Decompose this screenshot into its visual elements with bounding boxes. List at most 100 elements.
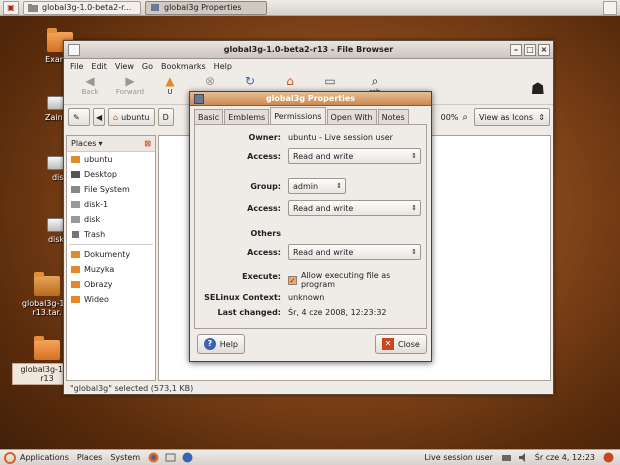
window-titlebar[interactable]: global3g-1.0-beta2-r13 - File Browser – … xyxy=(64,41,553,59)
sidebar-item-label: disk-1 xyxy=(84,200,109,209)
tab-label: Emblems xyxy=(228,112,266,122)
tab-permissions[interactable]: Permissions xyxy=(270,107,326,124)
maximize-button[interactable]: □ xyxy=(524,44,536,56)
reload-button[interactable]: ↻ xyxy=(230,73,270,88)
owner-access-select[interactable]: Read and write ⇕ xyxy=(288,148,421,164)
workspace-switcher[interactable] xyxy=(603,1,617,15)
folder-icon xyxy=(71,281,80,288)
path-left-button[interactable]: ◀ xyxy=(93,108,105,126)
toolbar-label: Back xyxy=(81,88,99,96)
others-access-value: Read and write xyxy=(293,247,354,257)
chevron-updown-icon: ⇕ xyxy=(411,204,417,212)
sidebar-item-dokumenty[interactable]: Dokumenty xyxy=(67,247,155,262)
sidebar-item-label: Wideo xyxy=(84,295,109,304)
taskbar-button-file-browser[interactable]: global3g-1.0-beta2-r... xyxy=(23,0,141,15)
sidebar-item-filesystem[interactable]: File System xyxy=(67,182,155,197)
folder-icon xyxy=(71,266,80,273)
power-icon[interactable] xyxy=(603,452,614,463)
zoom-icon[interactable]: ⌕ xyxy=(462,112,468,123)
others-access-label: Access: xyxy=(247,248,281,257)
tab-basic[interactable]: Basic xyxy=(194,109,224,124)
clock[interactable]: Śr cze 4, 12:23 xyxy=(535,453,595,462)
chevron-down-icon[interactable]: ▾ xyxy=(98,139,102,148)
taskbar-button-properties[interactable]: global3g Properties xyxy=(145,0,267,15)
group-access-value: Read and write xyxy=(293,203,354,213)
chevron-updown-icon: ⇕ xyxy=(411,248,417,256)
close-icon: ✕ xyxy=(382,338,394,350)
applications-menu[interactable]: Applications xyxy=(20,453,69,462)
menu-go[interactable]: Go xyxy=(142,62,153,71)
network-icon[interactable] xyxy=(501,452,512,463)
group-access-label: Access: xyxy=(247,204,281,213)
execute-checkbox-row[interactable]: ✓ Allow executing file as program xyxy=(288,271,426,289)
bottom-panel: Applications Places System Live session … xyxy=(0,449,620,465)
close-button-label: Close xyxy=(398,339,420,349)
others-access-select[interactable]: Read and write ⇕ xyxy=(288,244,421,260)
chevron-updown-icon: ⇕ xyxy=(411,152,417,160)
places-menu[interactable]: Places xyxy=(77,453,102,462)
sidebar-item-obrazy[interactable]: Obrazy xyxy=(67,277,155,292)
menu-help[interactable]: Help xyxy=(214,62,232,71)
sidebar-item-wideo[interactable]: Wideo xyxy=(67,292,155,307)
menu-view[interactable]: View xyxy=(115,62,134,71)
others-label: Others xyxy=(250,229,281,238)
toggle-location-button[interactable]: ✎ xyxy=(68,108,90,126)
window-title: global3g-1.0-beta2-r13 - File Browser xyxy=(223,45,394,54)
last-changed-value: Śr, 4 cze 2008, 12:23:32 xyxy=(288,308,387,317)
back-arrow-icon: ◀ xyxy=(85,74,95,88)
path-button-desktop[interactable]: D xyxy=(157,108,174,126)
menu-file[interactable]: File xyxy=(70,62,83,71)
stop-icon: ⊗ xyxy=(204,74,216,88)
group-select[interactable]: admin ⇕ xyxy=(288,178,346,194)
execute-checkbox[interactable]: ✓ xyxy=(288,275,297,285)
user-switcher[interactable]: Live session user xyxy=(424,453,492,462)
tab-emblems[interactable]: Emblems xyxy=(224,109,270,124)
forward-button[interactable]: ▶ Forward xyxy=(110,73,150,97)
sidebar-item-desktop[interactable]: Desktop xyxy=(67,167,155,182)
help-button[interactable]: ? Help xyxy=(197,334,245,354)
taskbar-button-label: global3g-1.0-beta2-r... xyxy=(42,3,132,12)
system-menu[interactable]: System xyxy=(110,453,140,462)
sidebar-header: Places ▾ ⊠ xyxy=(67,136,155,152)
path-button-home[interactable]: ⌂ ubuntu xyxy=(108,108,155,126)
close-button[interactable]: × xyxy=(538,44,550,56)
menu-bookmarks[interactable]: Bookmarks xyxy=(161,62,206,71)
forward-arrow-icon: ▶ xyxy=(125,74,135,88)
close-button[interactable]: ✕ Close xyxy=(375,334,427,354)
dialog-title: global3g Properties xyxy=(265,94,356,103)
tab-open-with[interactable]: Open With xyxy=(326,109,377,124)
tab-notes[interactable]: Notes xyxy=(377,109,409,124)
stop-button[interactable]: ⊗ xyxy=(190,73,230,88)
minimize-button[interactable]: – xyxy=(510,44,522,56)
tab-label: Open With xyxy=(330,112,373,122)
view-mode-label: View as Icons xyxy=(479,112,534,122)
sidebar-item-trash[interactable]: Trash xyxy=(67,227,155,242)
up-button[interactable]: ▲ U xyxy=(150,73,190,97)
volume-icon[interactable] xyxy=(518,452,529,463)
window-menu-icon[interactable] xyxy=(68,44,80,56)
trash-icon xyxy=(72,231,79,238)
computer-button[interactable]: ▭ xyxy=(310,73,350,88)
places-sidebar: Places ▾ ⊠ ubuntu Desktop File System di… xyxy=(66,135,156,381)
sidebar-item-disk[interactable]: disk xyxy=(67,212,155,227)
dialog-titlebar[interactable]: global3g Properties xyxy=(190,92,431,106)
sidebar-item-label: Trash xyxy=(84,230,106,239)
close-sidebar-icon[interactable]: ⊠ xyxy=(144,139,151,148)
throbber-foot-icon: ☗ xyxy=(530,79,545,98)
help-icon[interactable] xyxy=(182,452,193,463)
menu-edit[interactable]: Edit xyxy=(91,62,107,71)
mail-icon[interactable] xyxy=(165,452,176,463)
firefox-icon[interactable] xyxy=(148,452,159,463)
home-button[interactable]: ⌂ xyxy=(270,73,310,88)
sidebar-item-muzyka[interactable]: Muzyka xyxy=(67,262,155,277)
view-mode-select[interactable]: View as Icons ⇕ xyxy=(474,108,550,126)
sidebar-item-disk-1[interactable]: disk-1 xyxy=(67,197,155,212)
group-access-select[interactable]: Read and write ⇕ xyxy=(288,200,421,216)
sidebar-item-label: File System xyxy=(84,185,130,194)
tab-label: Notes xyxy=(381,112,405,122)
back-button[interactable]: ◀ Back xyxy=(70,73,110,97)
filesystem-icon xyxy=(71,186,80,193)
show-desktop-icon[interactable]: ▣ xyxy=(3,0,19,15)
sidebar-item-home[interactable]: ubuntu xyxy=(67,152,155,167)
places-dropdown[interactable]: Places xyxy=(71,139,96,148)
